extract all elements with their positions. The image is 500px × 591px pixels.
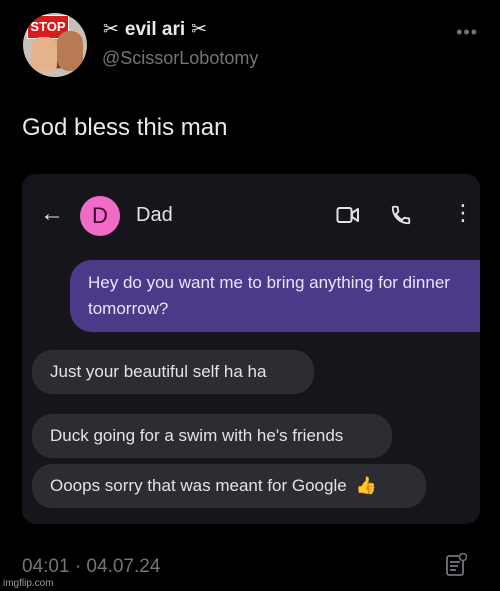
phone-icon[interactable] [390,204,412,226]
contact-name[interactable]: Dad [136,204,173,227]
analytics-icon[interactable] [445,553,467,577]
message-bubble-received[interactable]: Just your beautiful self ha ha [32,350,314,394]
message-text: Ooops sorry that was meant for Google [50,476,347,495]
watermark: imgflip.com [3,578,54,589]
thumbs-up-icon: 👍 [355,476,377,495]
face-image [57,31,83,71]
embedded-screenshot: ← D Dad ⋮ Hey do you want me to bring an… [22,174,480,524]
message-bubble-received[interactable]: Duck going for a swim with he's friends [32,414,392,458]
back-arrow-icon[interactable]: ← [40,200,64,228]
message-bubble-sent[interactable]: Hey do you want me to bring anything for… [70,260,480,332]
contact-avatar[interactable]: D [80,196,120,236]
more-vertical-icon[interactable]: ⋮ [452,202,474,224]
scissors-icon: ✂ [103,19,119,40]
video-call-icon[interactable] [336,206,360,224]
raised-hand-image [31,37,57,71]
conversation-header: ← D Dad ⋮ [22,174,480,254]
message-bubble-received[interactable]: Ooops sorry that was meant for Google 👍 [32,464,426,508]
tweet-text: God bless this man [22,114,228,141]
avatar[interactable]: STOP [23,13,87,77]
display-name-text: evil ari [124,18,186,40]
tweet-timestamp[interactable]: 04:01 · 04.07.24 [22,556,160,578]
user-handle[interactable]: @ScissorLobotomy [102,48,258,69]
display-name[interactable]: ✂ evil ari ✂ [103,18,207,41]
scissors-icon: ✂ [191,19,208,40]
more-horizontal-icon[interactable]: ••• [456,22,478,43]
